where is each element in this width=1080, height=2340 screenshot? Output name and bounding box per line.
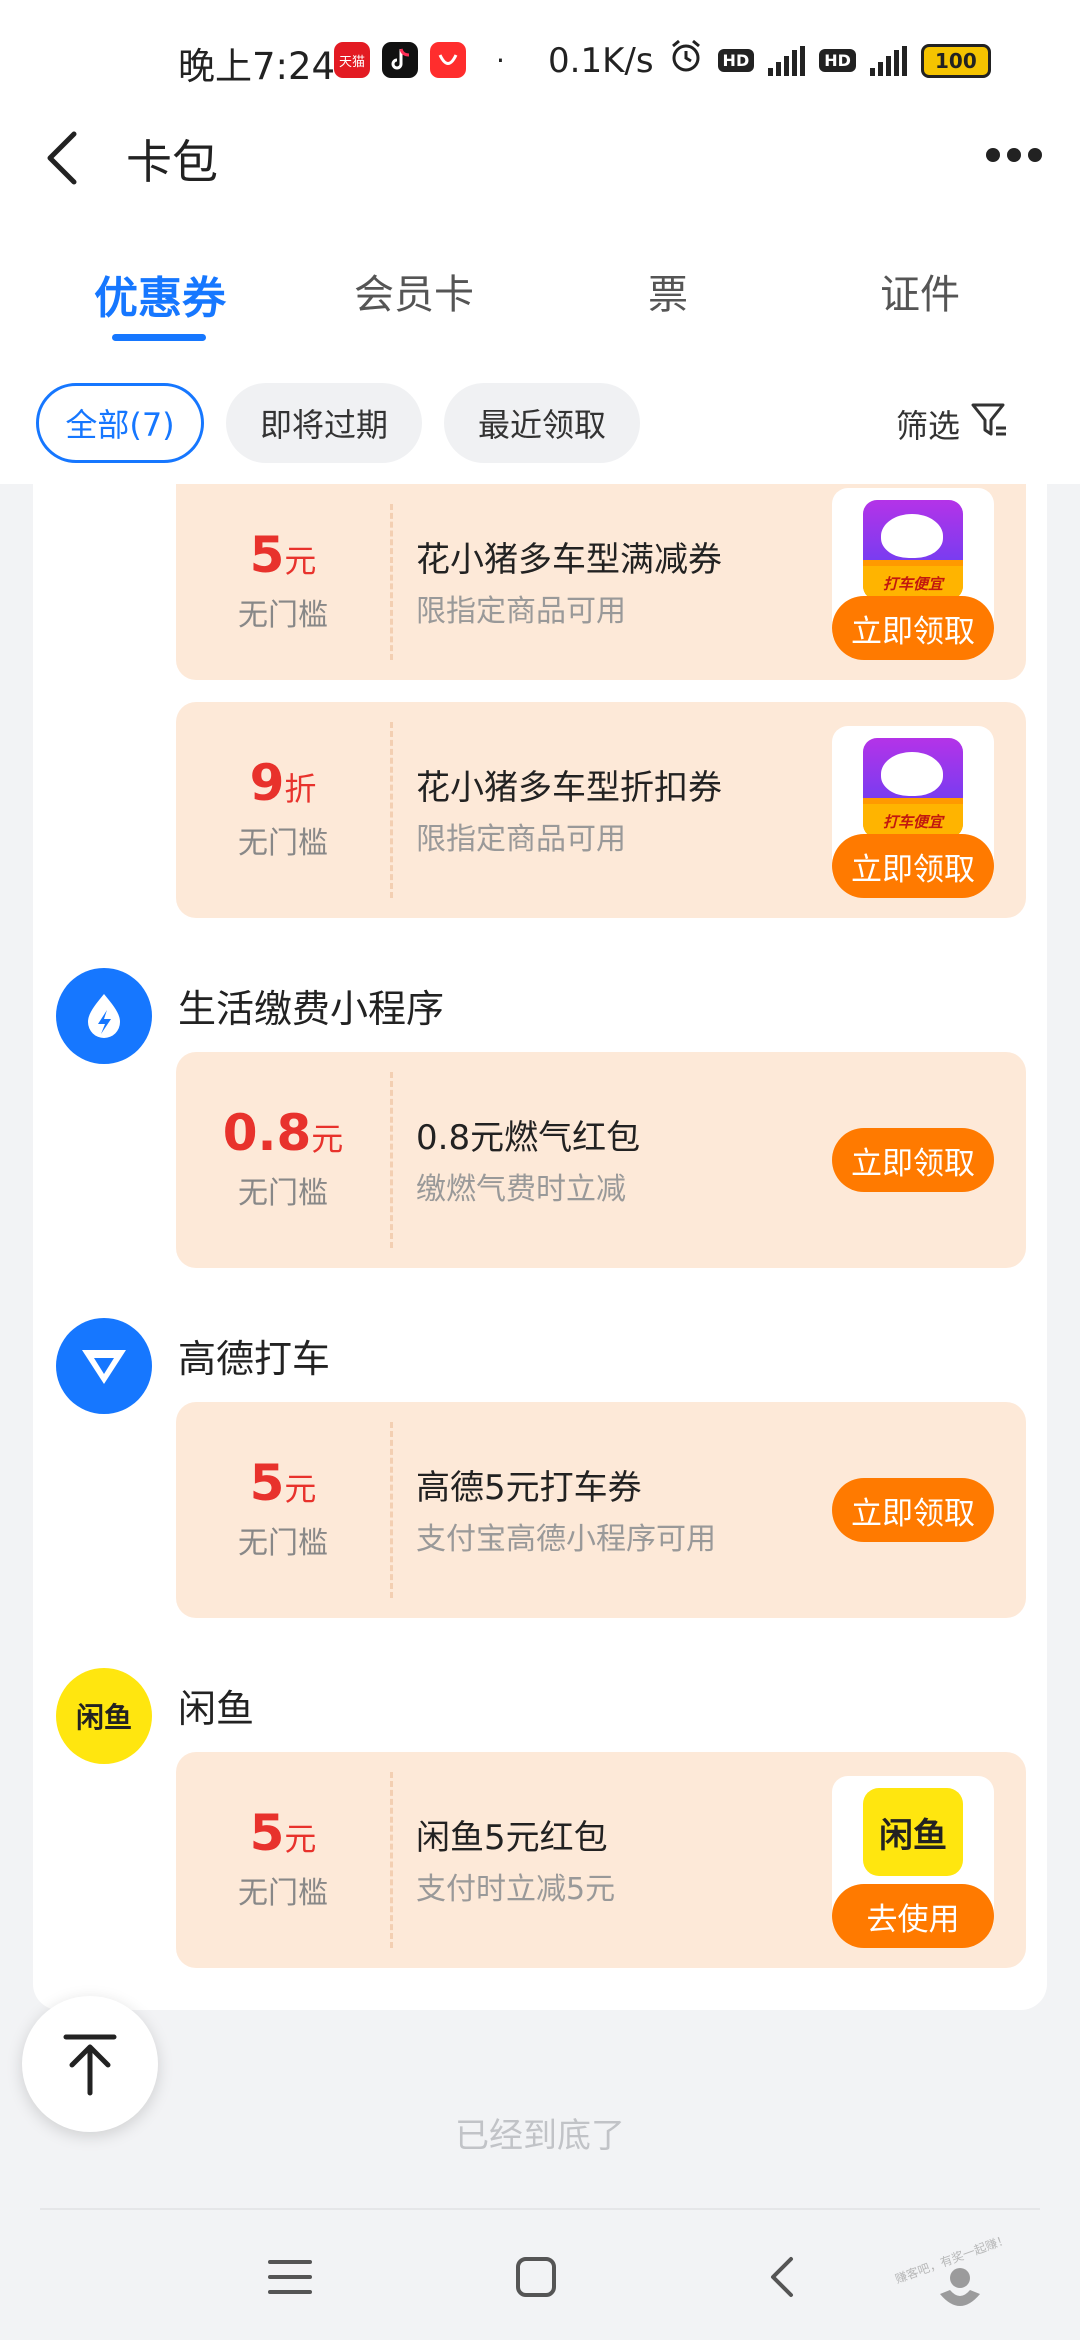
bolt-icon <box>56 968 152 1064</box>
coupon-subtitle: 限指定商品可用 <box>416 594 626 629</box>
end-of-list-text: 已经到底了 <box>455 2116 625 2156</box>
signal-icon <box>768 45 806 76</box>
coupon-card[interactable]: 5元 无门槛 高德5元打车券 支付宝高德小程序可用 立即领取 <box>176 1402 1026 1618</box>
claim-button[interactable]: 立即领取 <box>832 596 994 660</box>
coupon-subtitle: 支付时立减5元 <box>416 1872 616 1907</box>
coupon-subtitle: 限指定商品可用 <box>416 822 626 857</box>
coupon-amount: 0.8元 <box>222 1104 344 1162</box>
coupon-title: 花小猪多车型折扣券 <box>416 768 722 808</box>
filter-icon <box>970 400 1010 448</box>
coupon-card[interactable]: 5元 无门槛 花小猪多车型满减券 限指定商品可用 打车便宜 立即领取 <box>176 484 1026 680</box>
coupon-threshold: 无门槛 <box>238 1876 328 1911</box>
use-button[interactable]: 去使用 <box>832 1884 994 1948</box>
coupon-threshold: 无门槛 <box>238 598 328 633</box>
coupon-threshold: 无门槛 <box>238 1526 328 1561</box>
xianyu-icon: 闲鱼 <box>56 1668 152 1764</box>
tmall-icon: 天猫 <box>334 42 370 78</box>
more-icon[interactable] <box>986 148 1042 164</box>
coupon-title: 花小猪多车型满减券 <box>416 540 722 580</box>
status-right: 0.1K/s HD HD 100 <box>548 38 991 83</box>
status-bar: 晚上7:24 天猫 · 0.1K/s HD HD 100 <box>0 0 1080 120</box>
coupon-title: 0.8元燃气红包 <box>416 1118 641 1158</box>
page-title: 卡包 <box>126 135 218 189</box>
coupon-value: 9折 无门槛 <box>176 702 390 918</box>
arrow-up-icon <box>63 2034 117 2096</box>
claim-button[interactable]: 立即领取 <box>832 834 994 898</box>
battery-icon: 100 <box>920 43 991 78</box>
group-title: 闲鱼 <box>178 1687 255 1731</box>
amap-icon <box>56 1318 152 1414</box>
hd-badge-2: HD <box>819 49 856 72</box>
douyin-icon <box>382 42 418 78</box>
coupon-amount: 5元 <box>249 1804 317 1862</box>
menu-icon[interactable] <box>260 2252 320 2302</box>
status-dot: · <box>496 44 505 77</box>
coupon-title: 高德5元打车券 <box>416 1468 642 1508</box>
coupon-title: 闲鱼5元红包 <box>416 1818 608 1858</box>
coupon-value: 5元 无门槛 <box>176 1752 390 1968</box>
coupon-amount: 9折 <box>249 754 317 812</box>
coupon-divider <box>390 1422 393 1598</box>
group-title: 高德打车 <box>178 1337 331 1381</box>
coupon-card[interactable]: 5元 无门槛 闲鱼5元红包 支付时立减5元 闲鱼 去使用 <box>176 1752 1026 1968</box>
coupon-value: 5元 无门槛 <box>176 484 390 680</box>
back-icon[interactable] <box>40 128 90 188</box>
pinduoduo-icon <box>430 42 466 78</box>
claim-button[interactable]: 立即领取 <box>832 1478 994 1542</box>
tab-member-cards[interactable]: 会员卡 <box>304 262 524 320</box>
coupon-value: 5元 无门槛 <box>176 1402 390 1618</box>
coupon-threshold: 无门槛 <box>238 1176 328 1211</box>
chip-expiring[interactable]: 即将过期 <box>226 383 422 463</box>
coupon-subtitle: 缴燃气费时立减 <box>416 1172 626 1207</box>
coupon-value: 0.8元 无门槛 <box>176 1052 390 1268</box>
alarm-icon <box>668 38 704 83</box>
coupon-card[interactable]: 0.8元 无门槛 0.8元燃气红包 缴燃气费时立减 立即领取 <box>176 1052 1026 1268</box>
tab-tickets[interactable]: 票 <box>558 262 778 320</box>
huaxiaozhu-icon: 打车便宜 <box>863 500 963 600</box>
xianyu-icon: 闲鱼 <box>863 1788 963 1876</box>
filter-button[interactable]: 筛选 <box>896 400 1010 448</box>
chip-all[interactable]: 全部(7) <box>36 383 204 463</box>
huaxiaozhu-icon: 打车便宜 <box>863 738 963 838</box>
coupon-amount: 5元 <box>249 1454 317 1512</box>
coupon-divider <box>390 1072 393 1248</box>
tab-certificates[interactable]: 证件 <box>810 262 1030 320</box>
tab-coupons[interactable]: 优惠券 <box>50 262 270 326</box>
watermark: 赚客吧，有奖一起赚！ <box>890 2232 1070 2340</box>
tab-active-indicator <box>112 334 206 341</box>
status-app-icons: 天猫 <box>334 42 466 78</box>
claim-button[interactable]: 立即领取 <box>832 1128 994 1192</box>
coupon-divider <box>390 722 393 898</box>
chip-recent[interactable]: 最近领取 <box>444 383 640 463</box>
back-nav-icon[interactable] <box>752 2252 812 2302</box>
coupon-subtitle: 支付宝高德小程序可用 <box>416 1522 716 1557</box>
coupon-divider <box>390 1772 393 1948</box>
home-icon[interactable] <box>506 2252 566 2302</box>
tab-bar: 优惠券 会员卡 票 证件 <box>0 240 1080 360</box>
network-speed: 0.1K/s <box>548 40 654 81</box>
coupon-divider <box>390 504 393 660</box>
hd-badge: HD <box>717 49 755 72</box>
coupon-card[interactable]: 9折 无门槛 花小猪多车型折扣券 限指定商品可用 打车便宜 立即领取 <box>176 702 1026 918</box>
coupon-amount: 5元 <box>249 526 317 584</box>
status-time: 晚上7:24 <box>178 45 336 88</box>
filter-label: 筛选 <box>896 407 961 445</box>
group-title: 生活缴费小程序 <box>178 987 445 1031</box>
signal-icon-2 <box>869 45 907 76</box>
coupon-threshold: 无门槛 <box>238 826 328 861</box>
